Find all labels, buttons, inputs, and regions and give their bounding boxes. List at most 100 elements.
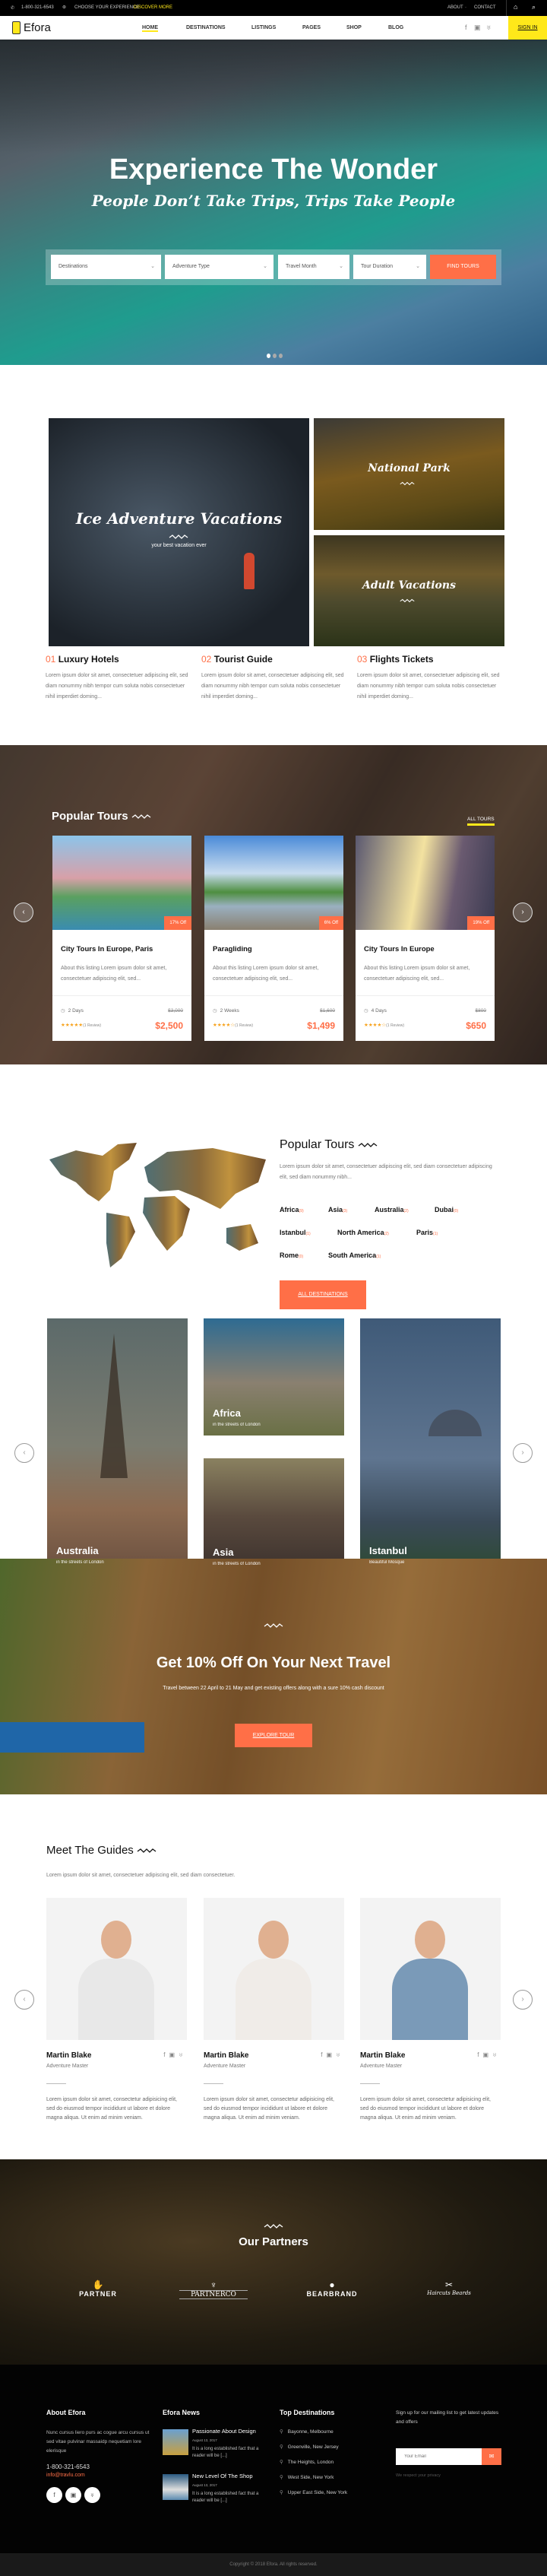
guide-body [236, 1959, 311, 2040]
hiker-figure [244, 553, 255, 589]
contact-link[interactable]: CONTACT [474, 5, 496, 10]
nav-listings[interactable]: LISTINGS [251, 25, 276, 30]
destination-tile-australia[interactable]: Australia in the streets of London [47, 1318, 188, 1573]
sign-in-button[interactable]: SIGN IN [508, 16, 547, 40]
category-title: Adult Vacations [362, 579, 456, 592]
partner-logo-3[interactable]: ● BEARBRAND [298, 2279, 366, 2298]
guides-prev-button[interactable]: ‹ [14, 1990, 34, 2010]
tour-title[interactable]: City Tours In Europe [364, 945, 435, 953]
tour-image[interactable]: 6% Off [204, 836, 343, 930]
star-rating: ★★★★☆(1 Review) [213, 1022, 253, 1028]
news-title[interactable]: New Level Of The Shop [192, 2473, 253, 2479]
nav-pages[interactable]: PAGES [302, 25, 321, 30]
destination-link[interactable]: Paris(1) [416, 1229, 438, 1236]
bear-icon: ● [329, 2279, 335, 2290]
newsletter-email-input[interactable] [396, 2448, 482, 2465]
category-national-park[interactable]: National Park [314, 418, 504, 530]
guide-social-icons[interactable]: f▣♅ [477, 2051, 501, 2058]
destinations-prev-button[interactable]: ‹ [14, 1443, 34, 1463]
facebook-icon[interactable]: f [465, 24, 467, 31]
search-icon[interactable]: ⌕ [532, 3, 536, 11]
destination-link[interactable]: ⚲ The Heights, London [280, 2459, 334, 2465]
partner-logo-1[interactable]: ✋ PARTNER [68, 2279, 128, 2298]
destination-name: Greenville, New Jersey [287, 2444, 339, 2450]
guides-next-button[interactable]: › [513, 1990, 533, 2010]
adventure-type-select[interactable]: Adventure Type ⌄ [165, 255, 274, 279]
newsletter-submit-button[interactable]: ✉ [482, 2448, 501, 2465]
tour-card[interactable]: 6% Off Paragliding About this listing Lore… [204, 836, 343, 1041]
category-ice-adventure[interactable]: Ice Adventure Vacations your best vacati… [49, 418, 309, 646]
destination-link[interactable]: Dubai(0) [435, 1206, 458, 1213]
destinations-select[interactable]: Destinations ⌄ [51, 255, 161, 279]
about-link[interactable]: ABOUT [447, 5, 463, 10]
title-text: Popular Tours [280, 1138, 355, 1151]
chevron-down-icon: ⌄ [339, 264, 343, 269]
destination-tile-istanbul[interactable]: Istanbul Beautiful Mosque [360, 1318, 501, 1573]
logo-icon [12, 21, 21, 34]
destination-link[interactable]: Asia(3) [328, 1206, 347, 1213]
twitter-icon[interactable]: ♅ [486, 24, 492, 31]
sleeping-mat [0, 1722, 144, 1753]
slide-dot-1[interactable] [267, 354, 270, 358]
destination-name: Dubai [435, 1206, 454, 1213]
destination-link[interactable]: ⚲ Upper East Side, New York [280, 2489, 347, 2495]
news-thumbnail[interactable] [163, 2474, 188, 2500]
tour-image[interactable]: 19% Off [356, 836, 495, 930]
partner-logo-4[interactable]: ✂ Haircuts Beards [415, 2279, 483, 2296]
destination-link[interactable]: ⚲ Bayonne, Melbourne [280, 2428, 334, 2435]
nav-home[interactable]: HOME [142, 25, 158, 32]
destination-link[interactable]: South America(1) [328, 1252, 381, 1259]
star-rating: ★★★★☆(1 Review) [364, 1022, 404, 1028]
tour-title[interactable]: Paragliding [213, 945, 252, 953]
destination-link[interactable]: Rome(0) [280, 1252, 303, 1259]
destination-link[interactable]: North America(2) [337, 1229, 389, 1236]
explore-tour-button[interactable]: EXPLORE TOUR [235, 1724, 312, 1747]
guide-social-icons[interactable]: f▣♅ [163, 2051, 187, 2058]
tours-prev-button[interactable]: ‹ [14, 903, 33, 922]
discover-more-link[interactable]: DISCOVER MORE [134, 5, 172, 10]
guide-photo[interactable] [46, 1898, 187, 2040]
news-date: August 13, 2017 [192, 2483, 217, 2487]
destinations-next-button[interactable]: › [513, 1443, 533, 1463]
facebook-icon[interactable]: f [46, 2487, 62, 2503]
slide-dot-2[interactable] [273, 354, 277, 358]
news-thumbnail[interactable] [163, 2429, 188, 2455]
destination-tile-africa[interactable]: Africa in the streets of London [204, 1318, 344, 1436]
nav-shop[interactable]: SHOP [346, 25, 362, 30]
nav-blog[interactable]: BLOG [388, 25, 403, 30]
tour-title[interactable]: City Tours In Europe, Paris [61, 945, 153, 953]
travel-month-select[interactable]: Travel Month ⌄ [278, 255, 349, 279]
destination-tile-asia[interactable]: Asia in the streets of London [204, 1458, 344, 1575]
find-tours-button[interactable]: FIND TOURS [430, 255, 496, 279]
category-adult-vacations[interactable]: Adult Vacations [314, 535, 504, 646]
destination-link[interactable]: ⚲ West Side, New York [280, 2474, 334, 2480]
guide-photo[interactable] [360, 1898, 501, 2040]
tours-next-button[interactable]: › [513, 903, 533, 922]
destination-link[interactable]: ⚲ Greenville, New Jersey [280, 2444, 339, 2450]
slide-dot-3[interactable] [279, 354, 283, 358]
tour-duration-select[interactable]: Tour Duration ⌄ [353, 255, 426, 279]
tour-card[interactable]: 17% Off City Tours In Europe, Paris About … [52, 836, 191, 1041]
shopping-bag-icon[interactable]: ⌂ [514, 3, 517, 11]
top-bar: ✆ 1-800-321-6543 ⊛ CHOOSE YOUR EXPERIENC… [0, 0, 547, 16]
clock-icon: ◷ [213, 1008, 217, 1014]
hero-title: Experience The Wonder [109, 154, 438, 186]
news-title[interactable]: Passionate About Design [192, 2428, 256, 2435]
footer-email[interactable]: info@travlu.com [46, 2473, 85, 2478]
destination-link[interactable]: Africa(9) [280, 1206, 304, 1213]
destination-link[interactable]: Istanbul(1) [280, 1229, 311, 1236]
guide-social-icons[interactable]: f▣♅ [321, 2051, 344, 2058]
instagram-icon[interactable]: ▣ [474, 24, 481, 32]
logo[interactable]: Efora [24, 21, 51, 34]
all-tours-link[interactable]: ALL TOURS [467, 817, 495, 826]
instagram-icon[interactable]: ▣ [65, 2487, 81, 2503]
destination-count: (0) [299, 1255, 304, 1259]
twitter-icon[interactable]: ♅ [84, 2487, 100, 2503]
partner-logo-2[interactable]: ♆ PARTNERCO [179, 2279, 248, 2299]
guide-photo[interactable] [204, 1898, 344, 2040]
tour-card[interactable]: 19% Off City Tours In Europe About this li… [356, 836, 495, 1041]
tour-image[interactable]: 17% Off [52, 836, 191, 930]
nav-destinations[interactable]: DESTINATIONS [186, 25, 226, 30]
all-destinations-button[interactable]: ALL DESTINATIONS [280, 1280, 366, 1309]
destination-link[interactable]: Australia(2) [375, 1206, 409, 1213]
